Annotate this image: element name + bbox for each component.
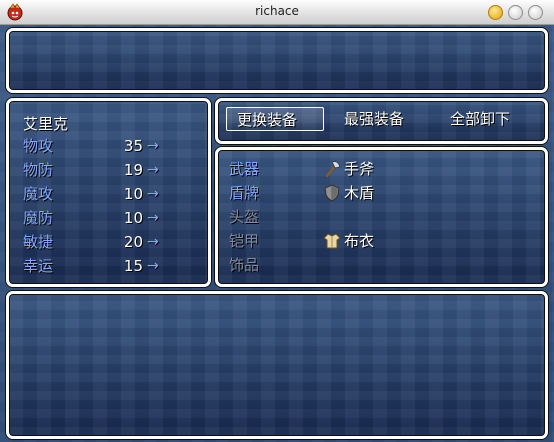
stat-value: 15	[123, 257, 143, 275]
command-label: 更换装备	[237, 111, 298, 129]
minimize-icon[interactable]	[488, 5, 503, 20]
equipment-slot-window: 武器 手斧 盾牌 木盾 头盔 铠甲 布衣 饰品	[215, 147, 548, 287]
right-arrow-icon: →	[147, 186, 159, 202]
close-icon[interactable]	[528, 5, 543, 20]
stat-label: 魔防	[23, 209, 54, 227]
right-arrow-icon: →	[147, 210, 159, 226]
slot-label: 盾牌	[229, 184, 260, 202]
axe-icon	[325, 161, 341, 178]
cloth-armor-icon	[323, 233, 341, 249]
equipped-item: 手斧	[344, 160, 375, 178]
status-window: 艾里克 物攻 35 → 物防 19 → 魔攻 10 → 魔防 10 → 敏捷 2…	[6, 98, 211, 287]
equip-slot-armor[interactable]: 铠甲 布衣	[218, 232, 545, 256]
stat-label: 幸运	[23, 257, 54, 275]
stat-value: 10	[123, 185, 143, 203]
stat-label: 物防	[23, 161, 54, 179]
game-screen: 艾里克 物攻 35 → 物防 19 → 魔攻 10 → 魔防 10 → 敏捷 2…	[0, 25, 554, 442]
equip-slot-weapon[interactable]: 武器 手斧	[218, 160, 545, 184]
zoom-icon[interactable]	[508, 5, 523, 20]
equip-slot-shield[interactable]: 盾牌 木盾	[218, 184, 545, 208]
change-equip-command[interactable]: 更换装备	[226, 107, 324, 131]
right-arrow-icon: →	[147, 258, 159, 274]
item-list-window[interactable]	[6, 291, 548, 439]
stat-row-defense: 物防 19 →	[9, 161, 208, 185]
slot-label: 饰品	[229, 256, 260, 274]
command-label: 最强装备	[344, 110, 405, 128]
equipped-item: 木盾	[344, 184, 375, 202]
right-arrow-icon: →	[147, 138, 159, 154]
stat-row-magic-defense: 魔防 10 →	[9, 209, 208, 233]
stat-label: 物攻	[23, 137, 54, 155]
stat-label: 魔攻	[23, 185, 54, 203]
equip-slot-helmet[interactable]: 头盔	[218, 208, 545, 232]
window-titlebar: richace	[0, 0, 554, 25]
window-title: richace	[255, 4, 299, 18]
stat-value: 35	[123, 137, 143, 155]
equip-slot-accessory[interactable]: 饰品	[218, 256, 545, 280]
stat-value: 10	[123, 209, 143, 227]
stat-value: 20	[123, 233, 143, 251]
right-arrow-icon: →	[147, 234, 159, 250]
actor-name: 艾里克	[23, 115, 69, 133]
shield-icon	[324, 184, 340, 202]
remove-all-command[interactable]: 全部卸下	[442, 107, 532, 131]
slot-label: 头盔	[229, 208, 260, 226]
stat-row-agility: 敏捷 20 →	[9, 233, 208, 257]
slot-label: 铠甲	[229, 232, 260, 250]
command-window: 更换装备 最强装备 全部卸下	[215, 98, 548, 144]
equipped-item: 布衣	[344, 232, 375, 250]
command-label: 全部卸下	[450, 110, 511, 128]
stat-value: 19	[123, 161, 143, 179]
stat-label: 敏捷	[23, 233, 54, 251]
stat-row-magic-attack: 魔攻 10 →	[9, 185, 208, 209]
help-window	[6, 28, 548, 93]
right-arrow-icon: →	[147, 162, 159, 178]
stat-row-luck: 幸运 15 →	[9, 257, 208, 281]
stat-row-attack: 物攻 35 →	[9, 137, 208, 161]
optimize-equip-command[interactable]: 最强装备	[336, 107, 426, 131]
slot-label: 武器	[229, 160, 260, 178]
